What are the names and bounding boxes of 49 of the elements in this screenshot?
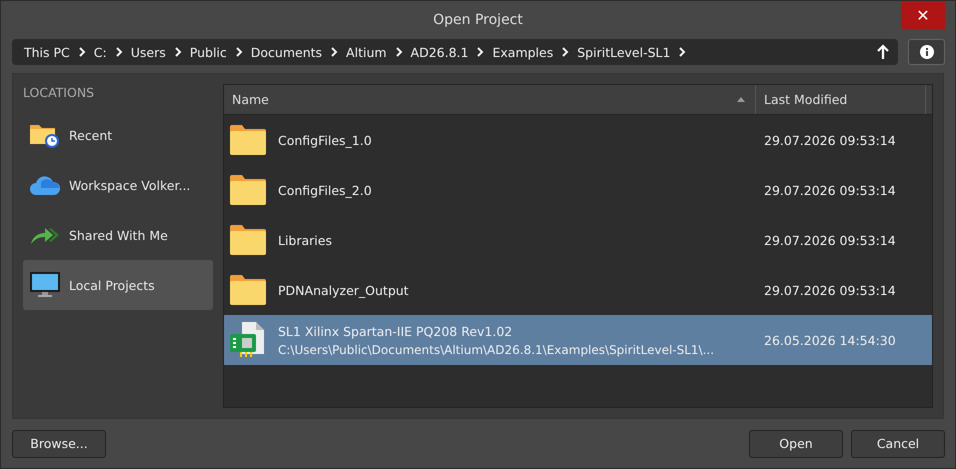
browse-button[interactable]: Browse...	[12, 430, 106, 458]
breadcrumb-item[interactable]: Documents	[250, 44, 322, 60]
breadcrumb-item[interactable]: Users	[130, 44, 166, 60]
folder-icon	[230, 275, 266, 305]
column-header[interactable]: Last Modified	[756, 85, 926, 114]
cloud-icon	[29, 174, 61, 196]
breadcrumb-item[interactable]: Altium	[346, 44, 387, 60]
breadcrumb-item[interactable]: SpiritLevel-SL1	[577, 44, 670, 60]
info-button[interactable]	[908, 39, 945, 65]
breadcrumb-item[interactable]: Public	[190, 44, 227, 60]
column-header[interactable]: Name	[224, 85, 756, 114]
pcb-document-icon	[230, 322, 266, 358]
modified-date: 29.07.2026 09:53:14	[763, 282, 896, 298]
info-icon	[920, 45, 934, 59]
window-title: Open Project	[433, 12, 523, 28]
breadcrumb-item[interactable]: Examples	[492, 44, 554, 60]
file-name: Libraries	[278, 232, 332, 248]
file-name: ConfigFiles_1.0	[278, 132, 372, 148]
modified-date: 26.05.2026 14:54:30	[763, 332, 896, 348]
monitor-icon	[29, 271, 61, 299]
sort-arrow-icon	[737, 97, 745, 102]
file-row[interactable]: Libraries 29.07.2026 09:53:14	[224, 215, 932, 265]
file-row[interactable]: SL1 Xilinx Spartan-IIE PQ208 Rev1.02 C:\Users\Public\Documents\Altium\AD26.8.1\Examples\SpiritLevel-SL1\... 26.05.2026 14:54:30	[224, 315, 932, 365]
file-row[interactable]: ConfigFiles_1.0 29.07.2026 09:53:14	[224, 115, 932, 165]
modified-date: 29.07.2026 09:53:14	[763, 132, 896, 148]
folder-icon	[230, 125, 266, 155]
breadcrumb-item[interactable]: AD26.8.1	[410, 44, 468, 60]
location-item[interactable]: Recent	[23, 110, 213, 160]
file-row[interactable]: ConfigFiles_2.0 29.07.2026 09:53:14	[224, 165, 932, 215]
locations-heading: LOCATIONS	[23, 85, 96, 100]
location-item[interactable]: Workspace Volker...	[23, 160, 213, 210]
cancel-button[interactable]: Cancel	[851, 430, 945, 458]
location-item[interactable]: Local Projects	[23, 260, 213, 310]
clock-folder-icon	[29, 122, 61, 148]
modified-date: 29.07.2026 09:53:14	[763, 232, 896, 248]
breadcrumb-item[interactable]: C:	[94, 44, 107, 60]
location-item[interactable]: Shared With Me	[23, 210, 213, 260]
up-arrow-icon[interactable]	[876, 44, 890, 60]
folder-icon	[230, 225, 266, 255]
file-row[interactable]: PDNAnalyzer_Output 29.07.2026 09:53:14	[224, 265, 932, 315]
file-name: ConfigFiles_2.0	[278, 182, 372, 198]
folder-icon	[230, 175, 266, 205]
file-name: PDNAnalyzer_Output	[278, 282, 409, 298]
modified-date: 29.07.2026 09:53:14	[763, 182, 896, 198]
file-name: SL1 Xilinx Spartan-IIE PQ208 Rev1.02	[278, 324, 514, 338]
open-button[interactable]: Open	[749, 430, 843, 458]
close-button[interactable]: ✕	[901, 1, 945, 29]
breadcrumb-item[interactable]: This PC	[24, 44, 70, 60]
file-path: C:\Users\Public\Documents\Altium\AD26.8.1\Examples\SpiritLevel-SL1\...	[278, 342, 714, 356]
